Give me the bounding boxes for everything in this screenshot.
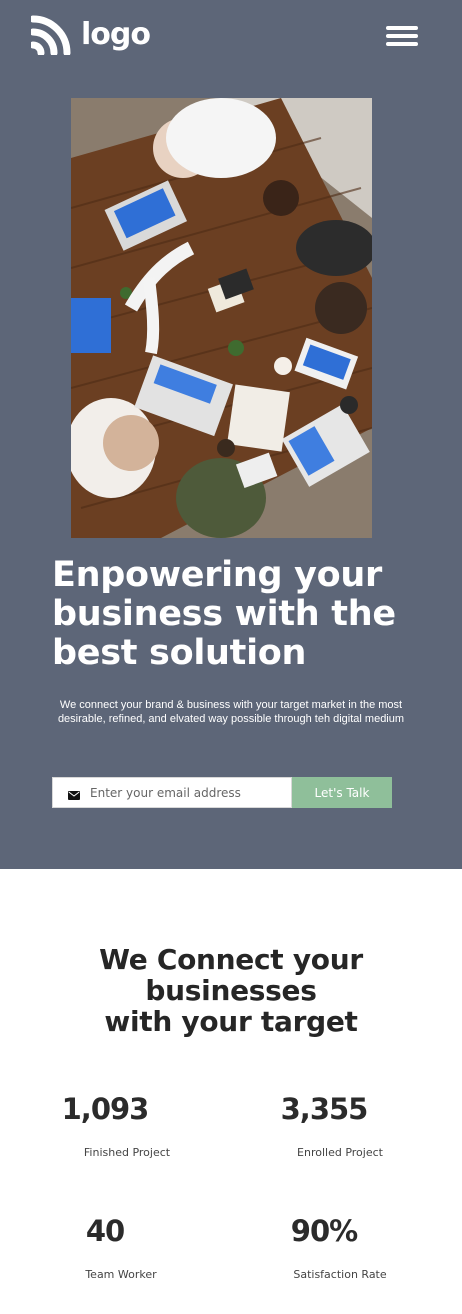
connect-section-title: We Connect your businesses with your tar…	[0, 944, 462, 1037]
hero-headline: Enpowering your business with the best s…	[52, 556, 412, 673]
email-field-wrapper	[52, 777, 292, 808]
stat-value: 40	[85, 1214, 125, 1248]
logo-text: logo	[81, 17, 151, 52]
stat-value: 3,355	[280, 1092, 369, 1126]
menu-bar	[386, 26, 418, 30]
logo[interactable]: logo	[31, 15, 151, 55]
menu-bar	[386, 42, 418, 46]
stat-label: Finished Project	[83, 1146, 171, 1159]
headline-line: best solution	[52, 633, 307, 673]
hamburger-menu-icon[interactable]	[386, 24, 418, 48]
stat-value: 90%	[290, 1214, 358, 1248]
stat-label: Enrolled Project	[297, 1146, 383, 1159]
stat-value: 1,093	[61, 1092, 150, 1126]
envelope-icon	[68, 791, 80, 800]
connect-title-line: businesses	[145, 974, 317, 1007]
wifi-arcs-logo-icon	[31, 15, 71, 55]
stat-finished-project: 1,093 Finished Project	[5, 1092, 205, 1159]
stat-team-worker: 40 Team Worker	[5, 1214, 205, 1281]
stat-satisfaction-rate: 90% Satisfaction Rate	[224, 1214, 424, 1281]
menu-bar	[386, 34, 418, 38]
stat-label: Team Worker	[85, 1268, 157, 1281]
connect-title-line: with your target	[104, 1005, 358, 1038]
stat-enrolled-project: 3,355 Enrolled Project	[224, 1092, 424, 1159]
email-signup-form: Let's Talk	[52, 777, 392, 808]
stat-label: Satisfaction Rate	[293, 1268, 387, 1281]
hero-subtext: We connect your brand & business with yo…	[57, 699, 405, 725]
connect-title-line: We Connect your	[99, 943, 363, 976]
hero-section: logo Enpowering your business with the b…	[0, 0, 462, 869]
hero-team-meeting-photo	[71, 98, 372, 538]
lets-talk-button[interactable]: Let's Talk	[292, 777, 392, 808]
email-input[interactable]	[90, 778, 290, 807]
headline-line: business with the	[52, 594, 396, 634]
headline-line: Enpowering your	[52, 555, 382, 595]
